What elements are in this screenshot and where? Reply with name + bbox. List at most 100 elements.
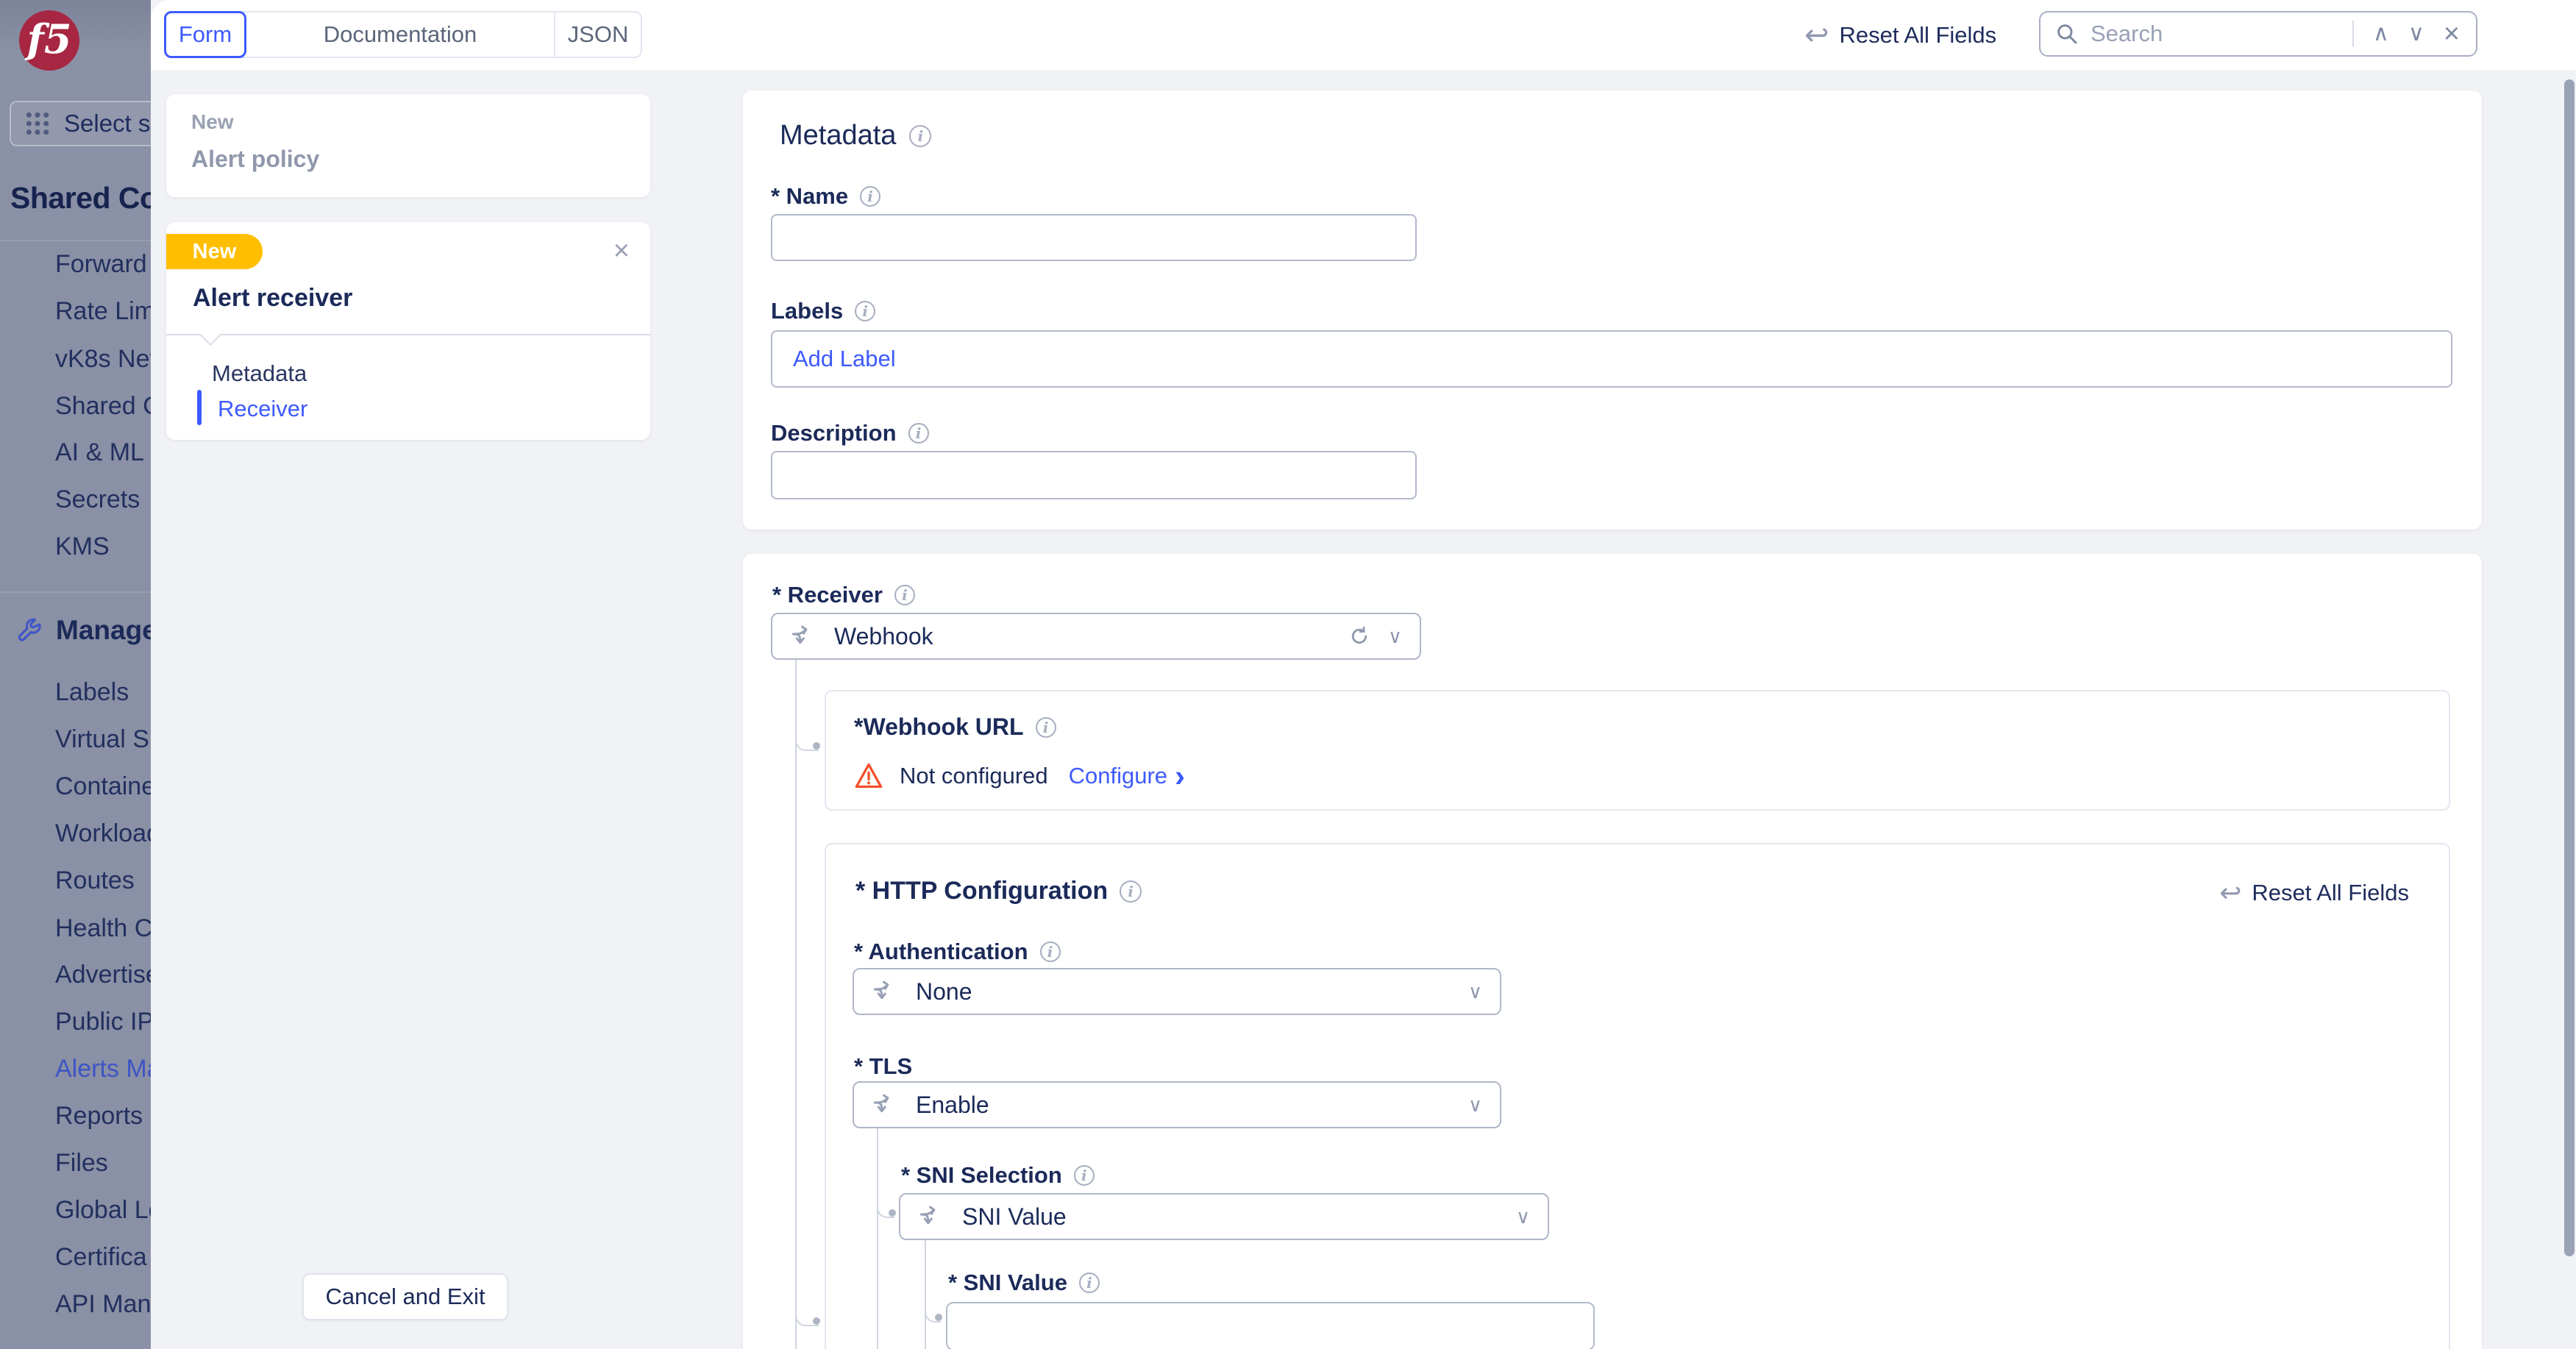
sidebar-section-title: Shared Co — [10, 181, 151, 216]
nav-item-receiver[interactable]: Receiver — [218, 396, 307, 422]
info-icon[interactable]: i — [855, 301, 875, 321]
authentication-label: * Authentication — [854, 939, 1028, 965]
add-label-button[interactable]: Add Label — [793, 346, 896, 372]
card-divider-notch — [200, 325, 221, 346]
connector-line — [877, 1128, 878, 1349]
chevron-down-icon: ∨ — [1388, 625, 1402, 648]
tls-dropdown[interactable]: Enable ∨ — [853, 1081, 1501, 1128]
search-placeholder: Search — [2091, 21, 2352, 47]
sni-selection-dropdown[interactable]: SNI Value ∨ — [899, 1193, 1549, 1240]
sidebar-divider — [0, 240, 151, 241]
search-input[interactable]: Search ∧ ∨ × — [2039, 11, 2477, 57]
branch-icon — [790, 623, 816, 649]
info-icon[interactable]: i — [860, 186, 880, 207]
authentication-dropdown[interactable]: None ∨ — [853, 968, 1501, 1015]
connector-line — [795, 660, 797, 1349]
chevron-down-icon: ∨ — [1468, 1094, 1482, 1117]
info-icon[interactable]: i — [1079, 1273, 1100, 1293]
receiver-dropdown[interactable]: Webhook ∨ — [771, 613, 1421, 660]
select-service-label: Select s — [64, 110, 150, 138]
grid-icon — [23, 109, 52, 138]
reset-all-fields-http[interactable]: ↩ Reset All Fields — [2219, 880, 2409, 906]
description-field[interactable] — [771, 451, 1417, 499]
f5-logo[interactable]: f5 — [19, 10, 79, 71]
sidebar-item-certificates[interactable]: Certifica — [55, 1243, 147, 1272]
chevron-down-icon: ∨ — [1468, 980, 1482, 1003]
sidebar-item-api-management[interactable]: API Mana — [55, 1290, 151, 1319]
sidebar-item-kms[interactable]: KMS — [55, 533, 110, 561]
info-icon[interactable]: i — [1120, 880, 1142, 903]
configure-link[interactable]: Configure — [1069, 763, 1167, 789]
sidebar-item-health-checks[interactable]: Health C — [55, 914, 151, 943]
card-divider — [166, 334, 650, 335]
view-tabgroup: Form Documentation JSON — [164, 11, 642, 58]
tab-documentation[interactable]: Documentation — [246, 13, 554, 57]
sidebar-item-public-ip[interactable]: Public IP — [55, 1008, 151, 1036]
search-icon — [2055, 22, 2079, 46]
tab-json[interactable]: JSON — [554, 13, 641, 57]
sidebar-item-labels[interactable]: Labels — [55, 678, 129, 707]
http-config-title: * HTTP Configuration — [855, 877, 1108, 905]
branch-icon — [918, 1203, 944, 1230]
sidebar-item-reports[interactable]: Reports — [55, 1102, 143, 1131]
sidebar-item-vk8s[interactable]: vK8s Net — [55, 345, 151, 374]
warning-icon — [854, 762, 883, 789]
sidebar-item-alerts-management[interactable]: Alerts Ma — [55, 1055, 151, 1083]
search-next-icon[interactable]: ∨ — [2408, 23, 2424, 45]
description-label: Description — [771, 420, 897, 446]
reset-all-fields-top[interactable]: ↩ Reset All Fields — [1804, 0, 1996, 70]
info-icon[interactable]: i — [1036, 717, 1056, 738]
reset-all-fields-label: Reset All Fields — [1840, 22, 1997, 49]
webhook-url-card: *Webhook URL i Not configured Configure … — [825, 690, 2450, 811]
connector-dot — [813, 742, 820, 750]
vertical-scrollbar-thumb[interactable] — [2564, 79, 2575, 1256]
tls-label: * TLS — [854, 1053, 912, 1080]
labels-box: Add Label — [771, 330, 2452, 388]
reset-http-label: Reset All Fields — [2252, 880, 2409, 906]
sni-selection-value: SNI Value — [962, 1203, 1067, 1231]
labels-label: Labels — [771, 298, 843, 324]
chevron-down-icon: ∨ — [1516, 1206, 1530, 1228]
active-card-title: Alert receiver — [193, 284, 352, 313]
info-icon[interactable]: i — [908, 423, 929, 444]
form-topbar: Form Documentation JSON ↩ Reset All Fiel… — [151, 0, 2576, 70]
sidebar-item-ai-ml[interactable]: AI & ML — [55, 438, 144, 467]
info-icon[interactable]: i — [894, 585, 915, 605]
tab-form[interactable]: Form — [164, 11, 246, 58]
sidebar-item-shared[interactable]: Shared C — [55, 392, 151, 421]
connector-dot — [889, 1209, 896, 1217]
info-icon[interactable]: i — [1040, 942, 1061, 962]
wrench-icon — [15, 616, 44, 645]
cancel-and-exit-button[interactable]: Cancel and Exit — [302, 1273, 508, 1320]
search-close-icon[interactable]: × — [2444, 20, 2460, 48]
search-divider — [2352, 21, 2354, 47]
branch-icon — [872, 978, 898, 1005]
refresh-icon[interactable] — [1348, 625, 1370, 647]
info-icon[interactable]: i — [1074, 1165, 1095, 1186]
sidebar-item-files[interactable]: Files — [55, 1149, 108, 1178]
receiver-section-card: * Receiver i Webhook ∨ — [743, 554, 2482, 1349]
sidebar-item-containers[interactable]: Containe — [55, 772, 151, 801]
nav-item-metadata[interactable]: Metadata — [212, 360, 307, 387]
close-icon[interactable]: × — [613, 237, 630, 265]
sidebar-item-routes[interactable]: Routes — [55, 866, 135, 895]
authentication-value: None — [916, 978, 972, 1005]
sidebar-item-global-log[interactable]: Global Lo — [55, 1196, 151, 1225]
name-field[interactable] — [771, 214, 1417, 261]
sidebar-item-forward[interactable]: Forward — [55, 250, 147, 279]
sidebar-item-advertise[interactable]: Advertise — [55, 961, 151, 989]
draft-card-alert-policy[interactable]: New Alert policy — [166, 94, 650, 197]
search-prev-icon[interactable]: ∧ — [2373, 23, 2389, 45]
branch-icon — [872, 1092, 898, 1118]
sidebar-item-workloads[interactable]: Workload — [55, 819, 151, 848]
sidebar-item-secrets[interactable]: Secrets — [55, 485, 140, 514]
info-icon[interactable]: i — [909, 125, 931, 147]
name-label: * Name — [771, 183, 848, 210]
select-service-button[interactable]: Select s — [10, 101, 151, 146]
tls-value: Enable — [916, 1092, 989, 1119]
sidebar-item-rate-limiter[interactable]: Rate Lim — [55, 297, 151, 326]
sidebar-item-virtual-sites[interactable]: Virtual Si — [55, 725, 151, 754]
draft-title: Alert policy — [191, 146, 319, 173]
http-configuration-card: * HTTP Configuration i ↩ Reset All Field… — [825, 843, 2450, 1349]
sni-value-field[interactable] — [946, 1302, 1595, 1349]
